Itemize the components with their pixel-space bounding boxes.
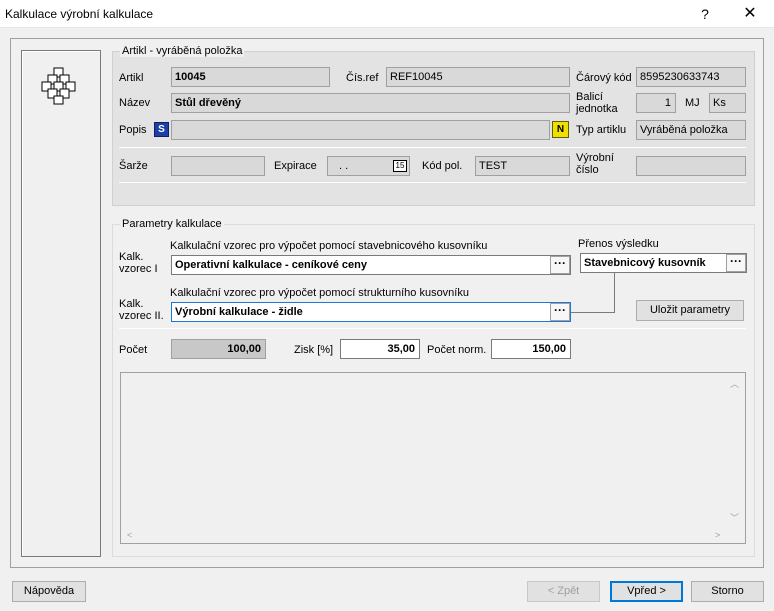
scroll-down-icon[interactable]: ﹀ [730,511,739,524]
popis-label: Popis [119,124,147,136]
sarze-field[interactable] [171,156,265,176]
vyrobni-cislo-field[interactable] [636,156,746,176]
mj-field[interactable]: Ks [709,93,746,113]
vzorec2-field[interactable]: Výrobní kalkulace - židle [171,302,571,322]
params-separator [119,328,746,329]
cisref-field[interactable]: REF10045 [386,67,570,87]
expirace-value: . . [339,160,349,172]
popis-field[interactable] [171,120,550,140]
prenos-browse-button[interactable]: ··· [726,254,746,272]
balici-label-1: Balicí [576,91,603,103]
artikl-group-title: Artikl - vyráběná položka [120,45,245,57]
ulozit-parametry-button[interactable]: Uložit parametry [636,300,744,321]
cubes-icon [41,67,76,105]
vzorec1-caption: Kalkulační vzorec pro výpočet pomocí sta… [170,240,488,252]
typ-artiklu-label: Typ artiklu [576,124,627,136]
window-title: Kalkulace výrobní kalkulace [5,7,154,21]
vzorec2-label-1: Kalk. [119,298,144,310]
zisk-label: Zisk [%] [294,344,334,356]
icon-panel [21,50,101,557]
sarze-label: Šarže [119,160,148,172]
balici-field[interactable]: 1 [636,93,676,113]
pocet-norm-label: Počet norm. [427,344,487,356]
cisref-label: Čís.ref [346,72,379,84]
close-icon[interactable]: ✕ [730,2,770,26]
carovy-kod-label: Čárový kód [576,72,632,84]
popis-s-icon[interactable]: S [154,122,169,137]
scroll-up-icon[interactable]: ︿ [730,377,739,390]
artikl-field[interactable]: 10045 [171,67,330,87]
balici-label-2: jednotka [576,103,618,115]
vpred-button[interactable]: Vpřed > [610,581,683,602]
help-icon[interactable]: ? [685,2,725,26]
artikl-separator-top [119,147,746,148]
pocet-label: Počet [119,344,148,356]
vzorec1-label-2: vzorec I [119,263,158,275]
napoveda-button[interactable]: Nápověda [12,581,86,602]
pocet-norm-field[interactable]: 150,00 [491,339,571,359]
mj-label: MJ [685,97,700,109]
artikl-separator-bottom [119,182,746,183]
expirace-label: Expirace [274,160,317,172]
vzorec1-field[interactable]: Operativní kalkulace - ceníkové ceny [171,255,571,275]
artikl-label: Artikl [119,72,144,84]
storno-button[interactable]: Storno [691,581,764,602]
vyrobni-cislo-label-1: Výrobní [576,152,614,164]
title-bar: Kalkulace výrobní kalkulace ? ✕ [0,0,774,28]
kod-pol-label: Kód pol. [422,160,463,172]
popis-note-icon[interactable]: N [552,121,569,138]
result-area[interactable]: ︿ ﹀ < > [120,372,746,544]
scroll-left-icon[interactable]: < [127,530,132,540]
zpet-button[interactable]: < Zpět [527,581,600,602]
zisk-field[interactable]: 35,00 [340,339,420,359]
vzorec1-browse-button[interactable]: ··· [550,256,570,274]
vzorec2-browse-button[interactable]: ··· [550,303,570,321]
scroll-right-icon[interactable]: > [715,530,720,540]
prenos-label: Přenos výsledku [578,238,659,250]
vzorec-connector-line [571,273,615,313]
typ-artiklu-field[interactable]: Vyráběná položka [636,120,746,140]
pocet-field[interactable]: 100,00 [171,339,266,359]
prenos-field[interactable]: Stavebnicový kusovník [580,253,747,273]
calendar-icon[interactable]: 15 [393,160,407,172]
vyrobni-cislo-label-2: číslo [576,164,599,176]
nazev-field[interactable]: Stůl dřevěný [171,93,570,113]
vzorec2-label-2: vzorec II. [119,310,164,322]
kod-pol-field[interactable]: TEST [475,156,570,176]
nazev-label: Název [119,97,151,109]
vzorec2-caption: Kalkulační vzorec pro výpočet pomocí str… [170,287,469,299]
carovy-kod-field[interactable]: 8595230633743 [636,67,746,87]
params-group-title: Parametry kalkulace [120,218,224,230]
vzorec1-label-1: Kalk. [119,251,144,263]
